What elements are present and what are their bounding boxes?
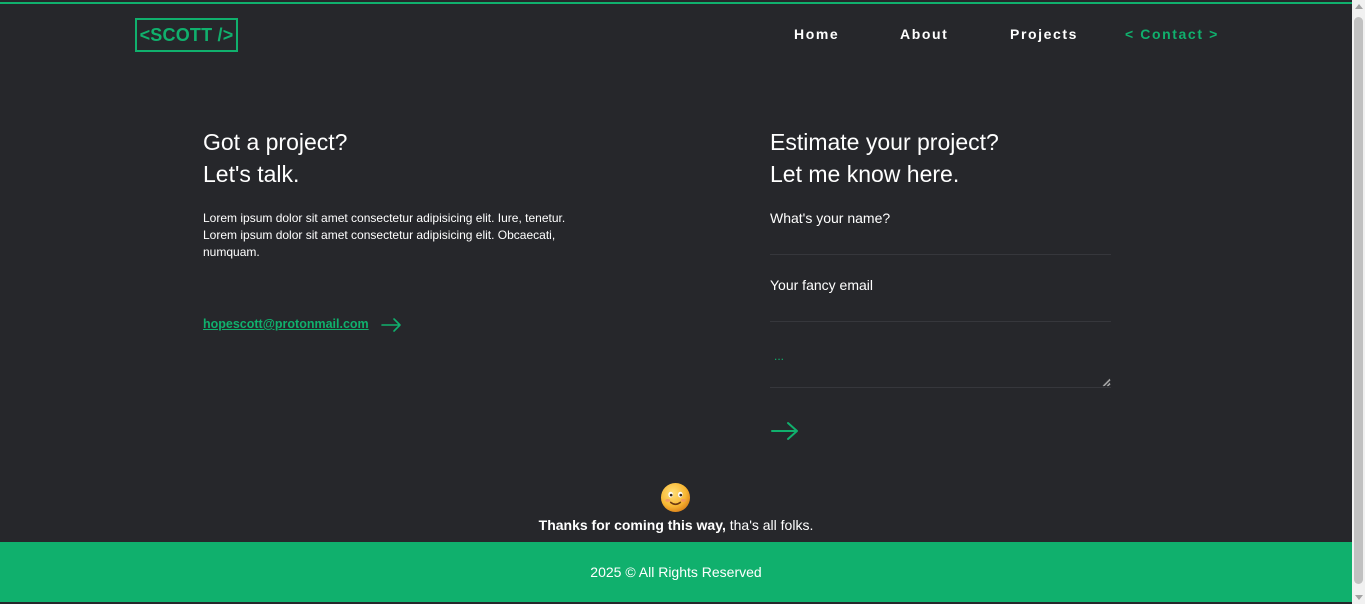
page: <SCOTT /> Home About Projects < Contact … — [0, 0, 1365, 604]
arrow-right-icon[interactable] — [381, 317, 402, 333]
nav-link-home[interactable]: Home — [794, 26, 839, 42]
smiling-face-emoji-icon — [660, 482, 691, 513]
nav-link-about[interactable]: About — [900, 26, 948, 42]
email-label: Your fancy email — [770, 277, 873, 293]
site-logo[interactable]: <SCOTT /> — [135, 18, 238, 52]
scroll-down-arrow-icon[interactable] — [1355, 595, 1363, 600]
scrollbar-thumb[interactable] — [1354, 17, 1363, 584]
contact-heading-line2: Let's talk. — [203, 161, 300, 187]
contact-heading: Got a project? Let's talk. — [203, 126, 347, 190]
arrow-right-icon — [771, 422, 798, 440]
thanks-rest: tha's all folks. — [725, 517, 814, 533]
thanks-bold: Thanks for coming this way, — [538, 517, 726, 533]
footer: 2025 © All Rights Reserved — [0, 542, 1352, 602]
copyright-text: 2025 © All Rights Reserved — [590, 564, 762, 580]
form-heading: Estimate your project? Let me know here. — [770, 126, 999, 190]
nav-link-projects[interactable]: Projects — [1010, 26, 1078, 42]
form-heading-line1: Estimate your project? — [770, 129, 999, 155]
form-heading-line2: Let me know here. — [770, 161, 960, 187]
name-label: What's your name? — [770, 210, 891, 226]
contact-heading-line1: Got a project? — [203, 129, 348, 155]
message-textarea[interactable] — [770, 343, 1111, 388]
resize-grip-icon[interactable] — [1102, 378, 1111, 387]
scroll-up-arrow-icon[interactable] — [1355, 4, 1363, 9]
email-input[interactable] — [770, 300, 1111, 322]
email-link[interactable]: hopescott@protonmail.com — [203, 317, 369, 331]
thanks-message: Thanks for coming this way, tha's all fo… — [0, 517, 1352, 533]
submit-button[interactable] — [770, 420, 800, 442]
nav-link-contact[interactable]: < Contact > — [1125, 26, 1219, 42]
name-input[interactable] — [770, 233, 1111, 255]
top-accent-border — [0, 2, 1352, 4]
contact-description: Lorem ipsum dolor sit amet consectetur a… — [203, 211, 566, 259]
vertical-scrollbar[interactable] — [1352, 0, 1365, 604]
